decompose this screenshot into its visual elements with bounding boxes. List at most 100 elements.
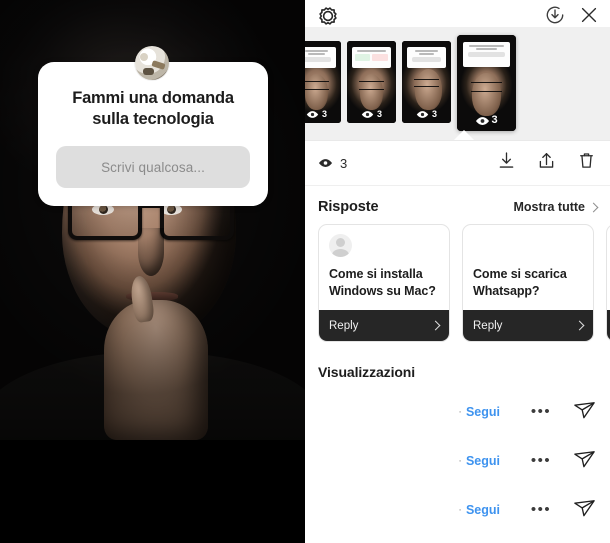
more-options-icon[interactable]: ••• xyxy=(524,452,558,469)
thumbnail-view-badge: 3 xyxy=(305,109,341,119)
follow-button[interactable]: Segui xyxy=(466,405,500,419)
story-thumbnail[interactable]: 3 xyxy=(347,41,396,123)
sticker-pill xyxy=(468,51,505,57)
eye-icon xyxy=(361,110,374,119)
views-stat: 3 xyxy=(318,156,347,171)
viewer-separator: · xyxy=(458,454,462,467)
eye-icon xyxy=(306,110,319,119)
sticker-line xyxy=(418,53,434,55)
download-icon[interactable] xyxy=(496,150,517,176)
thumbnail-face xyxy=(305,73,329,110)
replies-list: Come si installa Windows su Mac? Reply C… xyxy=(318,224,610,342)
question-sticker-title: Fammi una domanda sulla tecnologia xyxy=(72,89,234,129)
viewer-row[interactable]: · Segui ••• xyxy=(305,436,610,485)
thumbnail-glasses xyxy=(471,82,502,92)
thumbnail-view-count: 3 xyxy=(431,109,437,119)
story-thumbnail[interactable]: 3 xyxy=(305,41,341,123)
thumbnail-view-count: 3 xyxy=(491,114,498,126)
reply-card-body: Come si scarica Whatsapp? xyxy=(463,225,593,310)
thumbnail-list: 3 3 3 3 xyxy=(305,35,516,135)
story-thumbnail-strip[interactable]: 3 3 3 3 xyxy=(305,27,610,141)
sticker-line xyxy=(468,45,505,47)
sticker-line xyxy=(415,50,438,52)
download-circle-icon[interactable] xyxy=(544,4,568,28)
sticker-poll-options xyxy=(355,53,388,61)
reply-action-button[interactable]: Reply xyxy=(463,310,593,341)
thumbnail-sticker xyxy=(463,41,510,67)
replies-section-header: Risposte Mostra tutte xyxy=(305,186,610,224)
story-thumbnail-active[interactable]: 3 xyxy=(457,35,516,131)
thumbnail-face xyxy=(472,73,501,116)
sticker-pill xyxy=(412,56,441,62)
viewer-row[interactable]: · Segui ••• xyxy=(305,485,610,534)
more-options-icon[interactable]: ••• xyxy=(524,501,558,518)
follow-button[interactable]: Segui xyxy=(466,454,500,468)
thumbnail-view-badge: 3 xyxy=(347,109,396,119)
more-options-icon[interactable]: ••• xyxy=(524,403,558,420)
thumbnail-glasses xyxy=(358,81,385,90)
share-icon[interactable] xyxy=(536,150,557,176)
avatar-shape-2 xyxy=(143,68,154,75)
viewer-separator: · xyxy=(458,405,462,418)
send-message-icon[interactable] xyxy=(572,495,597,525)
chevron-right-icon xyxy=(430,320,441,331)
viewer-meta: · Segui xyxy=(458,503,500,517)
reply-action-label: Reply xyxy=(329,319,359,332)
follow-button[interactable]: Segui xyxy=(466,503,500,517)
poll-option-no xyxy=(372,53,388,61)
send-message-icon[interactable] xyxy=(572,446,597,476)
viewer-meta: · Segui xyxy=(458,454,500,468)
trash-icon[interactable] xyxy=(576,150,597,176)
question-sticker-avatar xyxy=(135,46,169,80)
thumbnail-face xyxy=(359,73,384,110)
show-all-label: Mostra tutte xyxy=(513,200,585,214)
chevron-right-icon xyxy=(588,202,599,212)
replies-title: Risposte xyxy=(318,199,379,215)
insights-pane: 3 3 3 3 3 Risposte Mostra tutte Come si … xyxy=(305,0,610,543)
thumbnail-face xyxy=(414,68,443,110)
eye-icon xyxy=(475,116,490,125)
viewer-meta: · Segui xyxy=(458,405,500,419)
avatar-shape-3 xyxy=(140,53,148,61)
story-stats-row: 3 xyxy=(305,141,610,186)
viewer-row[interactable]: · Segui ••• xyxy=(305,387,610,436)
thumbnail-view-count: 3 xyxy=(376,109,382,119)
replies-carousel[interactable]: Come si installa Windows su Mac? Reply C… xyxy=(305,224,610,349)
send-message-icon[interactable] xyxy=(572,397,597,427)
reply-card[interactable]: Come si scarica Whatsapp? Reply xyxy=(462,224,594,342)
reply-text: Come si scarica Whatsapp? xyxy=(473,267,567,298)
thumbnail-glasses xyxy=(413,78,440,88)
panel-header-actions xyxy=(544,4,602,28)
chevron-right-icon xyxy=(574,320,585,331)
reply-card[interactable]: Reply xyxy=(606,224,610,342)
default-avatar-icon xyxy=(329,234,352,257)
panel-header xyxy=(305,0,610,27)
poll-option-yes xyxy=(355,53,371,61)
story-insights-screen: Fammi una domanda sulla tecnologia Scriv… xyxy=(0,0,610,543)
story-actions xyxy=(496,150,597,176)
thumbnail-view-badge: 3 xyxy=(402,109,451,119)
show-all-replies-button[interactable]: Mostra tutte xyxy=(513,200,599,214)
close-icon[interactable] xyxy=(578,4,602,28)
sticker-line xyxy=(476,48,497,50)
thumbnail-view-count: 3 xyxy=(321,109,327,119)
question-sticker[interactable]: Fammi una domanda sulla tecnologia Scriv… xyxy=(38,62,268,207)
thumbnail-glasses xyxy=(305,81,330,90)
story-settings-icon[interactable] xyxy=(316,5,340,29)
thumbnail-sticker xyxy=(352,46,391,69)
thumbnail-sticker xyxy=(407,46,446,69)
story-preview-pane: Fammi una domanda sulla tecnologia Scriv… xyxy=(0,0,305,543)
reply-card-body: Come si installa Windows su Mac? xyxy=(319,225,449,310)
views-count: 3 xyxy=(340,155,348,171)
question-sticker-input[interactable]: Scrivi qualcosa... xyxy=(56,146,250,189)
viewer-separator: · xyxy=(458,503,462,516)
reply-action-label: Reply xyxy=(473,319,503,332)
sticker-line xyxy=(356,50,387,52)
reply-text: Come si installa Windows su Mac? xyxy=(329,267,436,298)
views-section-title: Visualizzazioni xyxy=(318,364,416,380)
story-thumbnail[interactable]: 3 xyxy=(402,41,451,123)
eye-icon xyxy=(318,156,333,171)
reply-action-button[interactable]: Reply xyxy=(319,310,449,341)
sticker-line xyxy=(307,53,326,55)
reply-card[interactable]: Come si installa Windows su Mac? Reply xyxy=(318,224,450,342)
